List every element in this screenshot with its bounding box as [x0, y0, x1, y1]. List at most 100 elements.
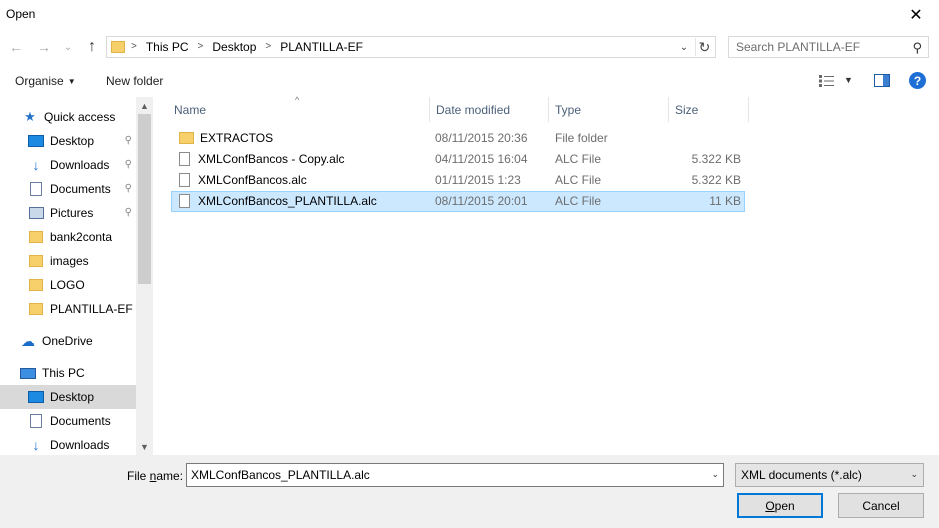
file-name: XMLConfBancos - Copy.alc: [198, 152, 345, 166]
file-name: EXTRACTOS: [200, 131, 274, 145]
new-folder-button[interactable]: New folder: [106, 74, 163, 88]
breadcrumb-separator[interactable]: >: [198, 41, 204, 55]
file-name-label: File name:: [127, 469, 184, 483]
scroll-down-icon[interactable]: ▼: [136, 438, 153, 455]
search-icon[interactable]: ⚲: [912, 40, 922, 56]
sidebar-item-this-pc[interactable]: This PC: [0, 361, 136, 385]
sidebar-item-label: Downloads: [50, 438, 110, 452]
file-date: 08/11/2015 20:36: [435, 131, 528, 145]
preview-pane-icon[interactable]: [874, 74, 890, 87]
file-name: XMLConfBancos.alc: [198, 173, 307, 187]
up-button[interactable]: ↑: [82, 37, 102, 57]
sidebar-item-downloads-pc[interactable]: ↓ Downloads: [0, 433, 136, 457]
command-toolbar: Organise ▼ New folder ▼ ?: [0, 64, 939, 97]
sidebar-item-label: Downloads: [50, 158, 110, 172]
folder-icon: [28, 254, 44, 268]
file-row[interactable]: XMLConfBancos - Copy.alc 04/11/2015 16:0…: [171, 149, 745, 170]
cloud-icon: ☁: [21, 332, 35, 349]
sidebar-item-downloads[interactable]: ↓ Downloads ⚲: [0, 153, 136, 177]
chevron-down-icon[interactable]: ⌄: [711, 469, 719, 480]
help-icon[interactable]: ?: [909, 72, 926, 89]
column-header-type[interactable]: Type: [549, 97, 669, 122]
navigation-bar: ← → ⌄ ↑ > This PC > Desktop > PLANTILLA-…: [0, 32, 939, 62]
sidebar-item-plantilla-ef[interactable]: PLANTILLA-EF: [0, 297, 136, 321]
column-header-date[interactable]: Date modified: [430, 97, 549, 122]
column-header-size[interactable]: Size: [669, 97, 749, 122]
sidebar-item-label: Pictures: [50, 206, 94, 220]
window-title: Open: [6, 7, 36, 21]
close-icon: ✕: [909, 7, 923, 24]
sidebar-item-documents[interactable]: Documents ⚲: [0, 177, 136, 201]
view-options-icon[interactable]: [818, 74, 836, 88]
open-button[interactable]: Open: [737, 493, 823, 518]
file-type: File folder: [555, 131, 608, 145]
search-placeholder: Search PLANTILLA-EF: [736, 40, 861, 54]
folder-icon: [111, 41, 125, 53]
file-type-select[interactable]: XML documents (*.alc) ⌄: [735, 463, 924, 487]
recent-locations-button[interactable]: ⌄: [58, 37, 78, 57]
view-dropdown-icon[interactable]: ▼: [844, 75, 853, 85]
address-bar[interactable]: > This PC > Desktop > PLANTILLA-EF ⌄ ↻: [106, 36, 716, 58]
pin-icon: ⚲: [124, 159, 132, 170]
sidebar-item-label: Desktop: [50, 390, 95, 404]
file-name-input[interactable]: XMLConfBancos_PLANTILLA.alc ⌄: [186, 463, 724, 487]
column-header-name[interactable]: Name: [168, 97, 430, 122]
file-type: ALC File: [555, 173, 602, 187]
desktop-icon: [28, 390, 44, 404]
file-row[interactable]: XMLConfBancos.alc 01/11/2015 1:23 ALC Fi…: [171, 170, 745, 191]
sidebar-item-label: Desktop: [50, 134, 95, 148]
forward-button[interactable]: →: [34, 37, 54, 57]
scroll-up-icon[interactable]: ▲: [136, 97, 153, 114]
dialog-footer: File name: XMLConfBancos_PLANTILLA.alc ⌄…: [0, 455, 939, 528]
search-input[interactable]: Search PLANTILLA-EF ⚲: [728, 36, 929, 58]
file-date: 08/11/2015 20:01: [435, 194, 528, 208]
sidebar-item-label: bank2conta: [50, 230, 113, 244]
folder-icon: [28, 230, 44, 244]
address-dropdown-button[interactable]: ⌄: [677, 39, 691, 55]
close-button[interactable]: ✕: [893, 0, 939, 30]
sidebar-scrollbar[interactable]: ▲ ▼: [136, 97, 153, 455]
sidebar-item-desktop-selected[interactable]: Desktop: [0, 385, 136, 409]
sidebar-item-label: Documents: [50, 414, 111, 428]
download-icon: ↓: [32, 157, 40, 173]
breadcrumb-this-pc[interactable]: This PC: [146, 40, 189, 54]
file-type: ALC File: [555, 152, 602, 166]
scrollbar-thumb[interactable]: [138, 114, 151, 284]
file-name-cell: XMLConfBancos.alc: [179, 172, 307, 187]
file-icon: [179, 151, 190, 166]
cancel-button[interactable]: Cancel: [838, 493, 924, 518]
document-icon: [28, 182, 44, 196]
folder-icon: [28, 278, 44, 292]
sidebar-item-images[interactable]: images: [0, 249, 136, 273]
file-type: ALC File: [555, 194, 602, 208]
sidebar-item-desktop[interactable]: Desktop ⚲: [0, 129, 136, 153]
file-row[interactable]: EXTRACTOS 08/11/2015 20:36 File folder: [171, 128, 745, 149]
sidebar-item-pictures[interactable]: Pictures ⚲: [0, 201, 136, 225]
file-list: ^ Name Date modified Type Size EXTRACTOS…: [155, 95, 939, 455]
file-date: 04/11/2015 16:04: [435, 152, 528, 166]
document-icon: [28, 414, 44, 428]
file-size: 5.322 KB: [691, 173, 741, 187]
pin-icon: ⚲: [124, 135, 132, 146]
refresh-button[interactable]: ↻: [695, 38, 713, 56]
sidebar-item-onedrive[interactable]: ☁ OneDrive: [0, 329, 136, 353]
file-row-selected[interactable]: XMLConfBancos_PLANTILLA.alc 08/11/2015 2…: [171, 191, 745, 212]
back-arrow-icon: ←: [9, 39, 23, 55]
back-button[interactable]: ←: [6, 37, 26, 57]
sidebar-item-label: LOGO: [50, 278, 85, 292]
sidebar-item-quick-access[interactable]: ★ Quick access: [0, 105, 136, 129]
up-arrow-icon: ↑: [88, 38, 96, 55]
navigation-pane: ★ Quick access Desktop ⚲ ↓ Downloads ⚲ Doc…: [0, 97, 154, 455]
breadcrumb-separator[interactable]: >: [265, 41, 271, 55]
sidebar-item-bank2conta[interactable]: bank2conta: [0, 225, 136, 249]
pictures-icon: [28, 206, 44, 220]
pin-icon: ⚲: [124, 183, 132, 194]
file-name-cell: XMLConfBancos_PLANTILLA.alc: [179, 193, 377, 208]
breadcrumb-desktop[interactable]: Desktop: [212, 40, 256, 54]
sidebar-item-documents-pc[interactable]: Documents: [0, 409, 136, 433]
refresh-icon: ↻: [698, 38, 711, 55]
organise-button[interactable]: Organise ▼: [15, 74, 76, 88]
breadcrumb-plantilla-ef[interactable]: PLANTILLA-EF: [280, 40, 363, 54]
sidebar-item-logo[interactable]: LOGO: [0, 273, 136, 297]
title-bar: Open ✕: [0, 0, 939, 30]
